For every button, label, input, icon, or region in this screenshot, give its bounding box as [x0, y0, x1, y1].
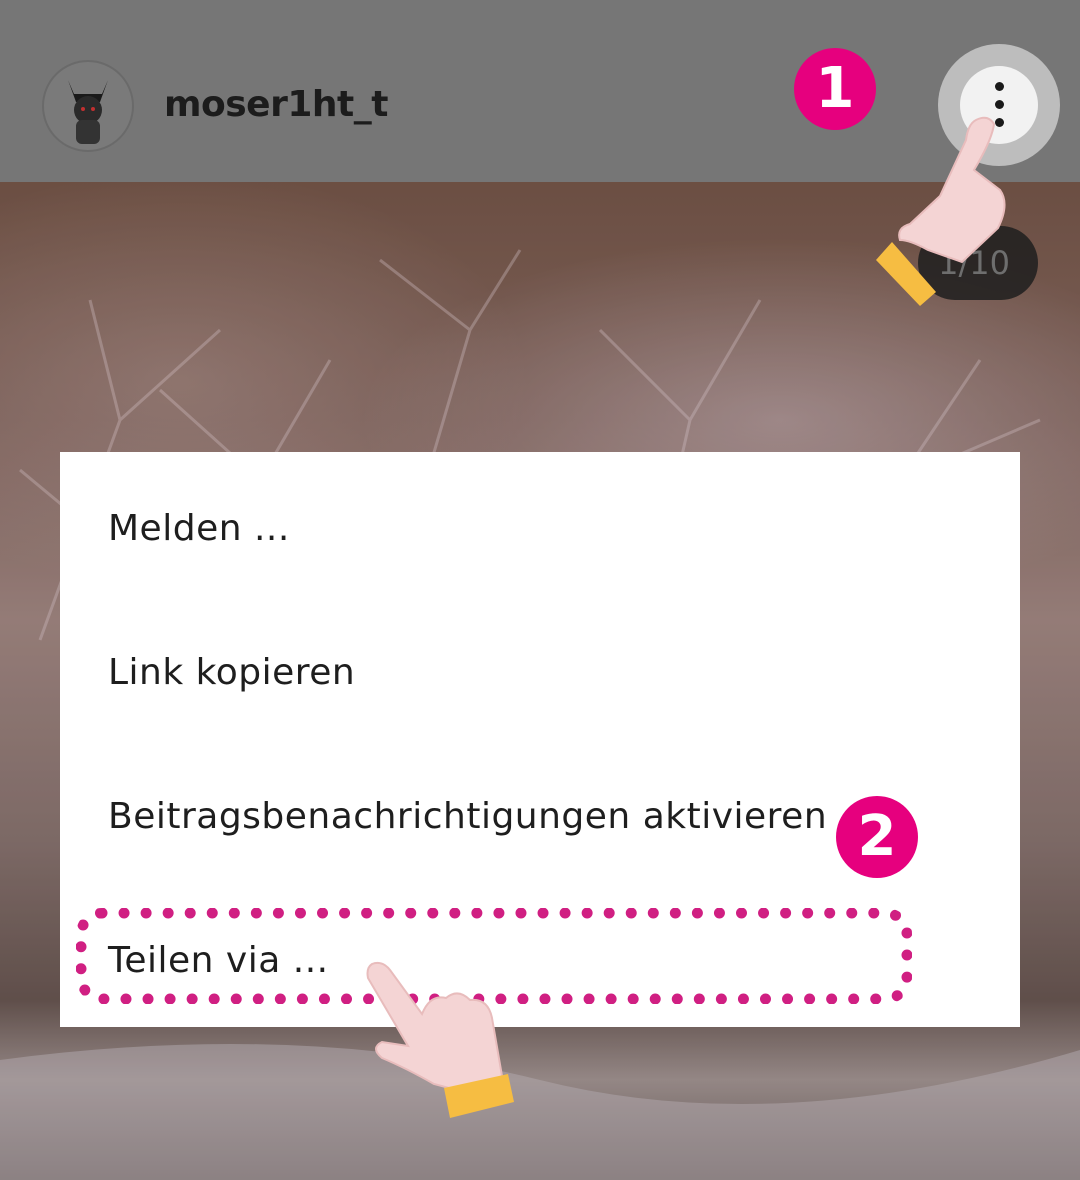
- pointer-hand-icon: [366, 961, 514, 1118]
- menu-item-enable-notifications[interactable]: Beitragsbenachrichtigungen aktivieren: [108, 796, 827, 837]
- menu-item-copy-link[interactable]: Link kopieren: [108, 652, 355, 693]
- avatar[interactable]: [42, 60, 134, 152]
- step-1-badge: 1: [794, 48, 876, 130]
- avatar-icon: [68, 80, 108, 144]
- step-2-badge: 2: [836, 796, 918, 878]
- menu-item-report[interactable]: Melden ...: [108, 508, 290, 549]
- username[interactable]: moser1ht_t: [164, 84, 388, 125]
- pointer-hand-icon: [876, 116, 1006, 306]
